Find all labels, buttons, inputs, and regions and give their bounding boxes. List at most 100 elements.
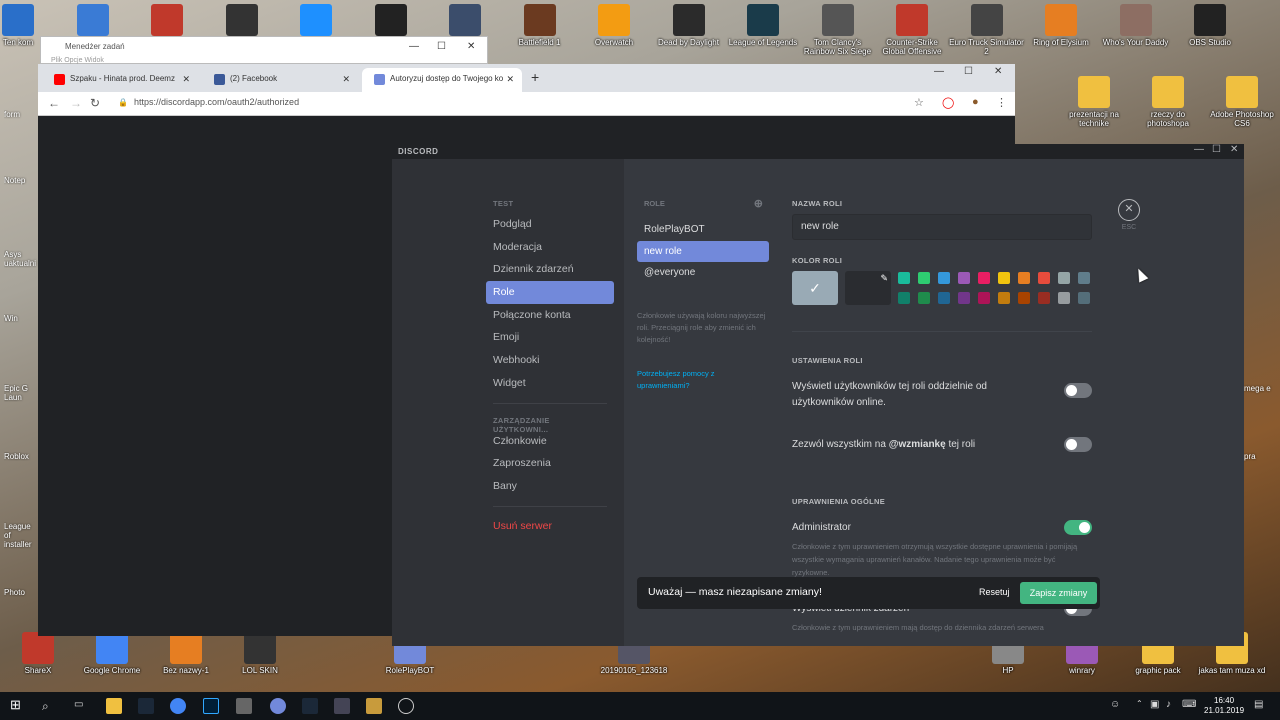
task-manager-window[interactable]: Menedżer zadań Plik Opcje Widok — ☐ ✕ bbox=[40, 36, 488, 64]
desktop-icon-label[interactable]: League of installer bbox=[4, 522, 38, 549]
forward-icon[interactable]: → bbox=[70, 96, 82, 110]
close-icon[interactable]: ✕ bbox=[342, 74, 350, 85]
tab-facebook[interactable]: (2) Facebook ✕ bbox=[202, 68, 358, 92]
desktop-icon[interactable]: League of Legends bbox=[725, 4, 801, 47]
system-clock[interactable]: 16:40 21.01.2019 bbox=[1204, 696, 1244, 716]
address-bar[interactable]: 🔒 https://discordapp.com/oauth2/authorize… bbox=[118, 97, 299, 107]
chrome-icon[interactable] bbox=[170, 698, 186, 714]
color-swatch[interactable] bbox=[1058, 292, 1070, 304]
maximize-icon[interactable]: ☐ bbox=[437, 41, 446, 52]
windows-start-icon[interactable]: ⊞ bbox=[10, 697, 21, 713]
opera-icon[interactable]: ◯ bbox=[942, 96, 954, 109]
close-icon[interactable]: ✕ bbox=[182, 74, 190, 85]
photoshop-icon[interactable] bbox=[203, 698, 219, 714]
permissions-help-link[interactable]: Potrzebujesz pomocy z uprawnieniami? bbox=[637, 368, 769, 392]
reload-icon[interactable]: ↻ bbox=[90, 96, 100, 110]
desktop-icon[interactable]: Counter-Strike Global Offensive bbox=[874, 4, 950, 56]
close-icon[interactable]: ✕ bbox=[467, 41, 475, 52]
color-swatch[interactable] bbox=[958, 272, 970, 284]
desktop-icon-label[interactable]: mega e bbox=[1244, 384, 1278, 393]
reset-button[interactable]: Resetuj bbox=[979, 587, 1010, 597]
close-icon[interactable]: ✕ bbox=[1230, 144, 1238, 155]
desktop-icon[interactable]: Overwatch bbox=[576, 4, 652, 47]
desktop-icon[interactable]: Dead by Daylight bbox=[651, 4, 727, 47]
tray-chevron-icon[interactable]: ⌃ bbox=[1136, 699, 1143, 708]
role-name-input[interactable]: new role bbox=[792, 214, 1092, 240]
hoist-toggle[interactable] bbox=[1064, 383, 1092, 398]
notifications-icon[interactable]: ▤ bbox=[1254, 699, 1263, 710]
steam-icon[interactable] bbox=[138, 698, 154, 714]
role-item[interactable]: @everyone bbox=[637, 262, 769, 284]
role-item-selected[interactable]: new role bbox=[637, 240, 769, 262]
color-swatch[interactable] bbox=[918, 272, 930, 284]
color-swatch[interactable] bbox=[998, 272, 1010, 284]
tab-youtube[interactable]: Szpaku - Hinata prod. Deemz ✕ bbox=[42, 68, 198, 92]
color-swatch[interactable] bbox=[1078, 272, 1090, 284]
desktop-icon-label[interactable]: Roblox bbox=[4, 452, 38, 461]
desktop-icon-label[interactable]: Win bbox=[4, 314, 38, 323]
desktop-icon[interactable]: Battlefield 1 bbox=[502, 4, 578, 47]
custom-color-swatch[interactable]: ✎ bbox=[845, 271, 891, 305]
close-icon[interactable]: ✕ bbox=[506, 74, 514, 85]
color-swatch[interactable] bbox=[978, 272, 990, 284]
close-icon[interactable]: ✕ bbox=[994, 66, 1002, 77]
desktop-icon[interactable]: OBS Studio bbox=[1172, 4, 1248, 47]
sidebar-item-moderation[interactable]: Moderacja bbox=[486, 236, 614, 259]
maximize-icon[interactable]: ☐ bbox=[964, 66, 973, 77]
desktop-icon[interactable]: Ring of Elysium bbox=[1023, 4, 1099, 47]
obs-icon[interactable] bbox=[398, 698, 414, 714]
sidebar-item-integrations[interactable]: Połączone konta bbox=[486, 304, 614, 327]
new-tab-button[interactable]: + bbox=[531, 69, 539, 85]
desktop-icon-label[interactable]: pra bbox=[1244, 452, 1278, 461]
desktop-icon[interactable]: Euro Truck Simulator 2 bbox=[949, 4, 1025, 56]
color-swatch[interactable] bbox=[958, 292, 970, 304]
minimize-icon[interactable]: — bbox=[934, 66, 944, 77]
color-swatch[interactable] bbox=[898, 272, 910, 284]
default-color-swatch[interactable]: ✓ bbox=[792, 271, 838, 305]
desktop-icon[interactable] bbox=[353, 4, 429, 38]
task-manager-icon[interactable] bbox=[236, 698, 252, 714]
delete-server-button[interactable]: Usuń serwer bbox=[486, 515, 614, 538]
color-swatch[interactable] bbox=[898, 292, 910, 304]
add-role-icon[interactable]: ⊕ bbox=[754, 197, 763, 210]
menu-dots-icon[interactable]: ⋮ bbox=[996, 96, 1007, 109]
sidebar-item-roles[interactable]: Role bbox=[486, 281, 614, 304]
color-swatch[interactable] bbox=[1038, 292, 1050, 304]
app-icon[interactable] bbox=[334, 698, 350, 714]
mention-toggle[interactable] bbox=[1064, 437, 1092, 452]
administrator-toggle[interactable] bbox=[1064, 520, 1092, 535]
sidebar-item-overview[interactable]: Podgląd bbox=[486, 213, 614, 236]
keyboard-icon[interactable]: ⌨ bbox=[1182, 699, 1196, 710]
network-icon[interactable]: ▣ bbox=[1150, 699, 1159, 710]
sidebar-item-members[interactable]: Członkowie bbox=[486, 430, 614, 453]
back-icon[interactable]: ← bbox=[48, 96, 60, 110]
role-item[interactable]: RolePlayBOT bbox=[637, 219, 769, 241]
color-swatch[interactable] bbox=[938, 272, 950, 284]
tab-discord[interactable]: Autoryzuj dostęp do Twojego ko ✕ bbox=[362, 68, 522, 92]
sidebar-item-webhooks[interactable]: Webhooki bbox=[486, 349, 614, 372]
desktop-icon[interactable]: Adobe Photoshop CS6 bbox=[1204, 76, 1280, 128]
color-swatch[interactable] bbox=[1038, 272, 1050, 284]
maximize-icon[interactable]: ☐ bbox=[1212, 144, 1221, 155]
steam-icon[interactable] bbox=[302, 698, 318, 714]
desktop-icon[interactable]: Tom Clancy's Rainbow Six Siege bbox=[800, 4, 876, 56]
sidebar-item-audit-log[interactable]: Dziennik zdarzeń bbox=[486, 258, 614, 281]
volume-icon[interactable]: ♪ bbox=[1166, 699, 1171, 710]
desktop-icon[interactable]: ShareX bbox=[0, 632, 76, 675]
bookmark-star-icon[interactable]: ☆ bbox=[914, 96, 924, 109]
desktop-icon-label[interactable]: form bbox=[4, 110, 38, 119]
desktop-icon[interactable]: rzeczy do photoshopa bbox=[1130, 76, 1206, 128]
league-icon[interactable] bbox=[366, 698, 382, 714]
desktop-icon-label[interactable]: Photo bbox=[4, 588, 38, 597]
minimize-icon[interactable]: — bbox=[409, 41, 419, 52]
color-swatch[interactable] bbox=[1058, 272, 1070, 284]
desktop-icon[interactable] bbox=[204, 4, 280, 38]
sidebar-item-bans[interactable]: Bany bbox=[486, 475, 614, 498]
color-swatch[interactable] bbox=[998, 292, 1010, 304]
close-settings-button[interactable]: ✕ ESC bbox=[1118, 199, 1140, 231]
color-swatch[interactable] bbox=[978, 292, 990, 304]
desktop-icon[interactable]: prezentacji na technike bbox=[1056, 76, 1132, 128]
desktop-icon-label[interactable]: Asys uaktualni bbox=[4, 250, 38, 268]
color-swatch[interactable] bbox=[1018, 272, 1030, 284]
profile-avatar-icon[interactable]: ● bbox=[972, 96, 979, 108]
